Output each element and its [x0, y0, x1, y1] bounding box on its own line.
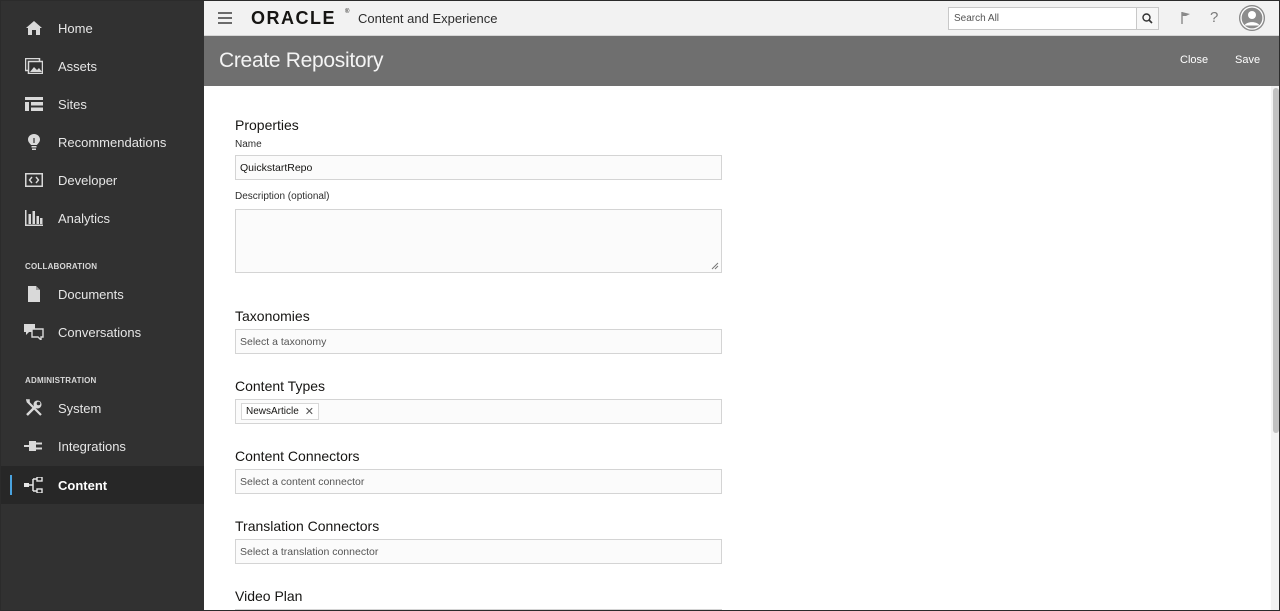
scrollbar-thumb[interactable] [1273, 88, 1279, 433]
sidebar-item-label: System [58, 400, 102, 416]
content-connectors-heading: Content Connectors [235, 448, 360, 464]
lightbulb-icon [24, 132, 44, 152]
collaboration-section-label: COLLABORATION [25, 262, 98, 271]
sidebar-item-label: Assets [58, 58, 98, 74]
app-title: Content and Experience [358, 11, 498, 26]
help-icon[interactable]: ? [1210, 9, 1218, 26]
search-button[interactable] [1136, 8, 1158, 29]
properties-heading: Properties [235, 117, 299, 133]
vertical-scrollbar[interactable] [1271, 86, 1279, 610]
search-input[interactable] [949, 8, 1136, 29]
taxonomies-heading: Taxonomies [235, 308, 310, 324]
sidebar-item-label: Home [58, 20, 93, 36]
sidebar-item-integrations[interactable]: Integrations [1, 427, 204, 465]
registered-mark: ® [345, 9, 350, 15]
content-types-heading: Content Types [235, 378, 326, 394]
close-button[interactable]: Close [1180, 54, 1208, 66]
sidebar-item-recommendations[interactable]: Recommendations [1, 123, 204, 161]
sidebar-item-label: Conversations [58, 324, 142, 340]
resize-handle-icon[interactable] [711, 262, 719, 270]
content-hierarchy-icon [24, 475, 44, 495]
sidebar-item-label: Documents [58, 286, 124, 302]
chip-label: NewsArticle [246, 406, 299, 417]
sidebar-item-label: Analytics [58, 210, 111, 226]
sidebar-item-label: Developer [58, 172, 118, 188]
sidebar-item-label: Content [58, 477, 108, 493]
sidebar-item-analytics[interactable]: Analytics [1, 199, 204, 237]
conversations-icon [24, 322, 44, 342]
developer-icon [24, 170, 44, 190]
sidebar-item-home[interactable]: Home [1, 9, 204, 47]
system-tools-icon [24, 398, 44, 418]
sidebar-item-label: Integrations [58, 438, 126, 454]
sidebar-item-conversations[interactable]: Conversations [1, 313, 204, 351]
sidebar-item-assets[interactable]: Assets [1, 47, 204, 85]
translation-connectors-heading: Translation Connectors [235, 518, 380, 534]
oracle-logo: ORACLE [251, 8, 336, 28]
video-plan-heading: Video Plan [235, 588, 303, 604]
app-window: Home Assets Sites Recommendations Develo [0, 0, 1280, 611]
home-icon [24, 18, 44, 38]
user-avatar-icon [1239, 5, 1265, 31]
sidebar-item-content[interactable]: Content [1, 466, 204, 504]
sidebar-item-system[interactable]: System [1, 389, 204, 427]
sidebar-item-documents[interactable]: Documents [1, 275, 204, 313]
content-connector-select[interactable]: Select a content connector [235, 469, 722, 494]
content-type-chip: NewsArticle ✕ [241, 403, 320, 420]
documents-icon [24, 284, 44, 304]
hamburger-menu-icon[interactable] [218, 12, 232, 24]
sidebar-item-label: Recommendations [58, 134, 167, 150]
sidebar: Home Assets Sites Recommendations Develo [1, 1, 204, 610]
taxonomy-select[interactable]: Select a taxonomy [235, 329, 722, 354]
active-indicator [10, 475, 12, 495]
description-label: Description (optional) [235, 191, 330, 202]
name-field[interactable]: QuickstartRepo [235, 155, 722, 180]
search-icon [1142, 13, 1153, 24]
page-header: Create Repository Close Save [204, 36, 1279, 86]
content-types-select[interactable]: NewsArticle ✕ [235, 399, 722, 424]
sidebar-item-sites[interactable]: Sites [1, 85, 204, 123]
analytics-icon [24, 208, 44, 228]
sidebar-item-developer[interactable]: Developer [1, 161, 204, 199]
remove-chip-icon[interactable]: ✕ [305, 405, 314, 418]
form-content: Properties Name QuickstartRepo Descripti… [204, 86, 1271, 610]
sites-icon [24, 94, 44, 114]
translation-connector-select[interactable]: Select a translation connector [235, 539, 722, 564]
name-label: Name [235, 139, 262, 150]
sidebar-item-label: Sites [58, 96, 87, 112]
save-button[interactable]: Save [1235, 54, 1260, 66]
administration-section-label: ADMINISTRATION [25, 376, 97, 385]
top-bar: ORACLE ® Content and Experience ? [204, 1, 1279, 36]
flag-icon[interactable] [1180, 11, 1192, 25]
integrations-plug-icon [24, 436, 44, 456]
avatar[interactable] [1239, 5, 1265, 31]
search-box [948, 7, 1159, 30]
assets-icon [24, 56, 44, 76]
page-title: Create Repository [219, 49, 384, 72]
description-textarea[interactable] [235, 209, 722, 273]
